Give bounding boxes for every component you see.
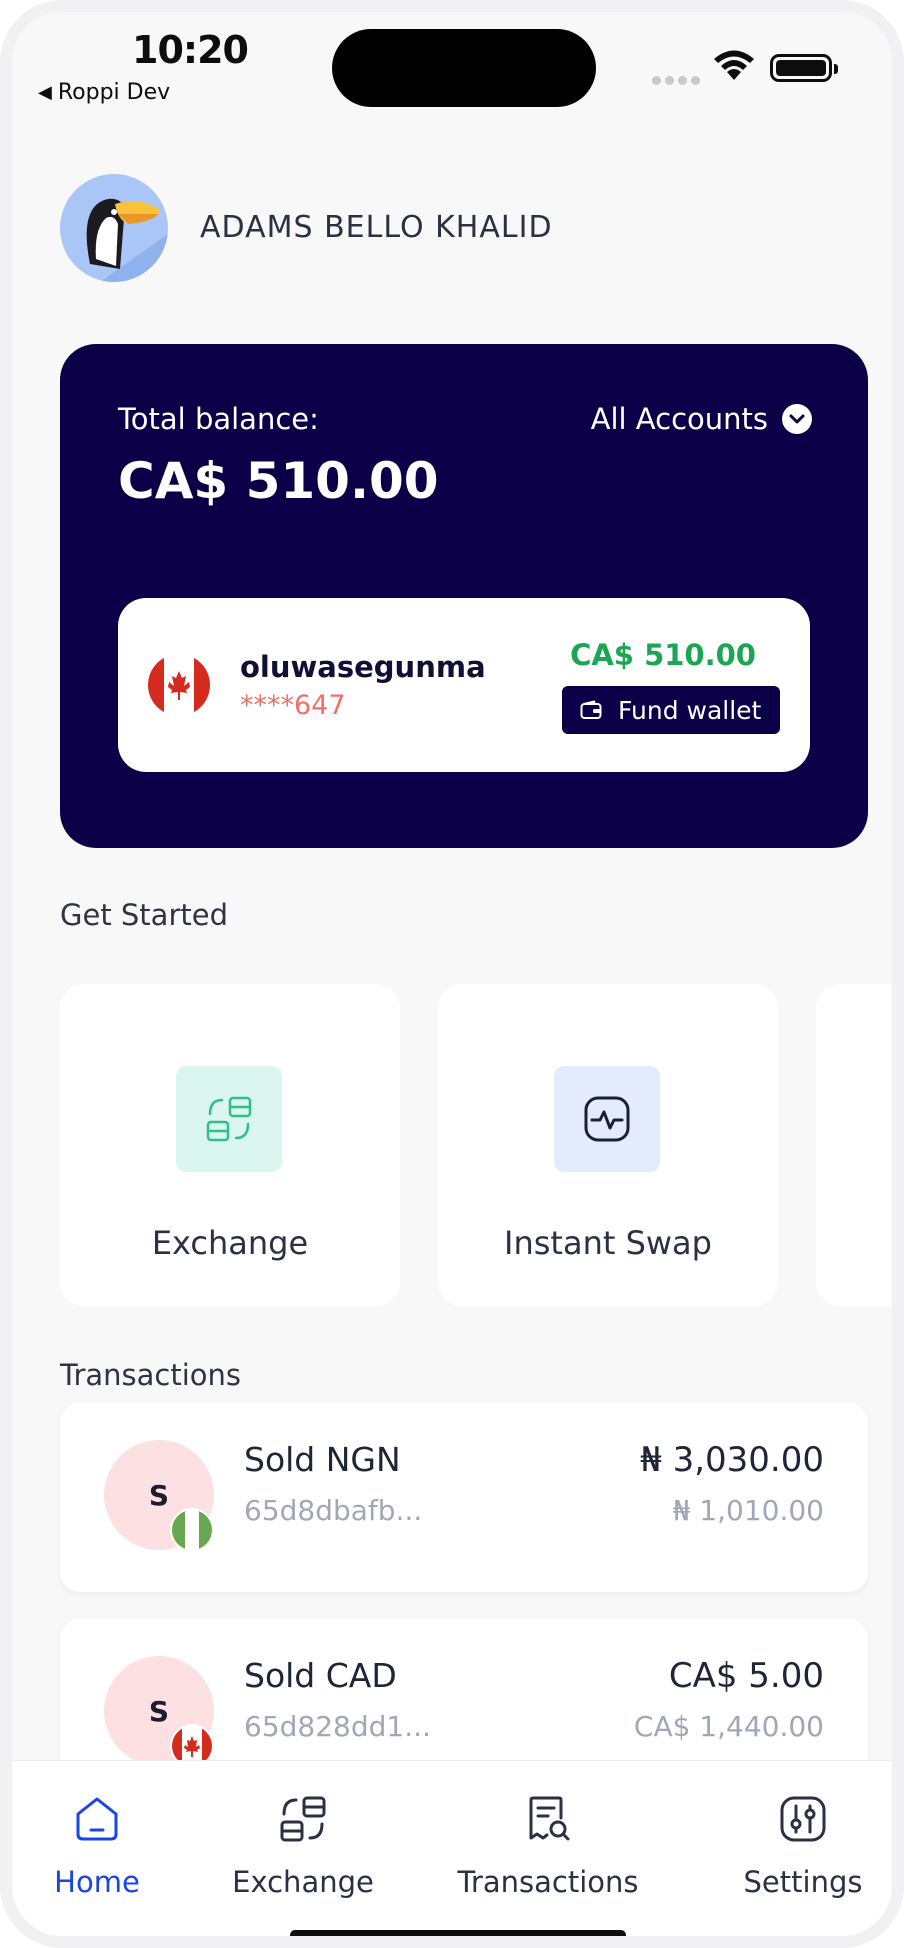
nav-transactions[interactable]: Transactions xyxy=(448,1791,648,1899)
transaction-initial: S xyxy=(148,1694,170,1728)
status-icons xyxy=(652,48,842,86)
wifi-icon xyxy=(714,50,754,80)
back-arrow-icon: ◀ xyxy=(38,82,52,103)
exchange-card-label: Exchange xyxy=(151,1224,309,1262)
transaction-initial: S xyxy=(148,1478,170,1512)
bottom-nav: Home Exchange Transactions Settings xyxy=(12,1760,892,1936)
settings-icon xyxy=(728,1791,878,1847)
transaction-title: Sold CAD xyxy=(244,1656,397,1695)
home-icon xyxy=(32,1791,162,1847)
account-selector[interactable]: All Accounts xyxy=(591,402,812,436)
chevron-down-icon xyxy=(782,404,812,434)
nav-transactions-label: Transactions xyxy=(457,1865,639,1899)
wallet-icon xyxy=(580,700,602,719)
nav-exchange[interactable]: Exchange xyxy=(218,1791,388,1899)
transaction-row[interactable]: S Sold NGN 65d8dbafb... ₦ 3,030.00 ₦ 1,0… xyxy=(60,1402,868,1592)
transaction-title: Sold NGN xyxy=(244,1440,401,1479)
account-selector-label: All Accounts xyxy=(590,402,768,436)
exchange-icon xyxy=(176,1066,282,1172)
transaction-sub-amount: ₦ 1,010.00 xyxy=(672,1494,824,1527)
balance-card: Total balance: CA$ 510.00 All Accounts o… xyxy=(60,344,868,848)
fund-wallet-button[interactable]: Fund wallet xyxy=(562,686,780,734)
instant-swap-card-label: Instant Swap xyxy=(504,1224,712,1262)
wallet-amount: CA$ 510.00 xyxy=(570,638,756,672)
wallet-number: ****647 xyxy=(240,690,346,721)
total-balance-value: CA$ 510.00 xyxy=(118,452,439,510)
toucan-avatar-icon xyxy=(86,198,168,282)
canada-flag-icon xyxy=(148,654,210,716)
user-name: ADAMS BELLO KHALID xyxy=(200,210,553,245)
instant-swap-card[interactable]: Instant Swap xyxy=(438,984,778,1306)
phone-screen: 10:20 ◀ Roppi Dev ADAMS BELLO KHALID Tota… xyxy=(0,0,904,1948)
back-to-app-link[interactable]: ◀ Roppi Dev xyxy=(38,80,170,105)
status-time: 10:20 xyxy=(132,28,249,72)
avatar[interactable] xyxy=(60,174,168,282)
nav-exchange-label: Exchange xyxy=(232,1865,374,1899)
transactions-title: Transactions xyxy=(60,1358,242,1392)
transaction-ref: 65d828dd1... xyxy=(244,1710,431,1743)
transaction-amount: CA$ 5.00 xyxy=(668,1656,824,1696)
total-balance-label: Total balance: xyxy=(118,402,319,436)
nav-settings-label: Settings xyxy=(743,1865,863,1899)
battery-icon xyxy=(770,54,838,82)
transaction-amount: ₦ 3,030.00 xyxy=(640,1440,824,1480)
home-indicator[interactable] xyxy=(290,1930,626,1936)
instant-swap-icon xyxy=(554,1066,660,1172)
signal-dots-icon xyxy=(652,70,704,89)
get-started-title: Get Started xyxy=(60,898,228,932)
nav-home-label: Home xyxy=(54,1865,140,1899)
wallet-name: oluwasegunma xyxy=(240,650,486,684)
back-app-label: Roppi Dev xyxy=(57,80,171,105)
wallet-card[interactable]: oluwasegunma ****647 CA$ 510.00 Fund wal… xyxy=(118,598,810,772)
dynamic-island xyxy=(332,29,596,107)
get-started-card-partial[interactable] xyxy=(816,984,892,1306)
fund-wallet-label: Fund wallet xyxy=(618,695,762,725)
get-started-carousel[interactable]: Exchange Instant Swap xyxy=(24,982,892,1312)
transaction-ref: 65d8dbafb... xyxy=(244,1494,423,1527)
transactions-icon xyxy=(448,1791,648,1847)
nav-settings[interactable]: Settings xyxy=(728,1791,878,1899)
exchange-card[interactable]: Exchange xyxy=(60,984,400,1306)
exchange-icon xyxy=(218,1791,388,1847)
transaction-sub-amount: CA$ 1,440.00 xyxy=(633,1710,824,1743)
nav-home[interactable]: Home xyxy=(32,1791,162,1899)
nigeria-flag-icon xyxy=(170,1508,214,1552)
